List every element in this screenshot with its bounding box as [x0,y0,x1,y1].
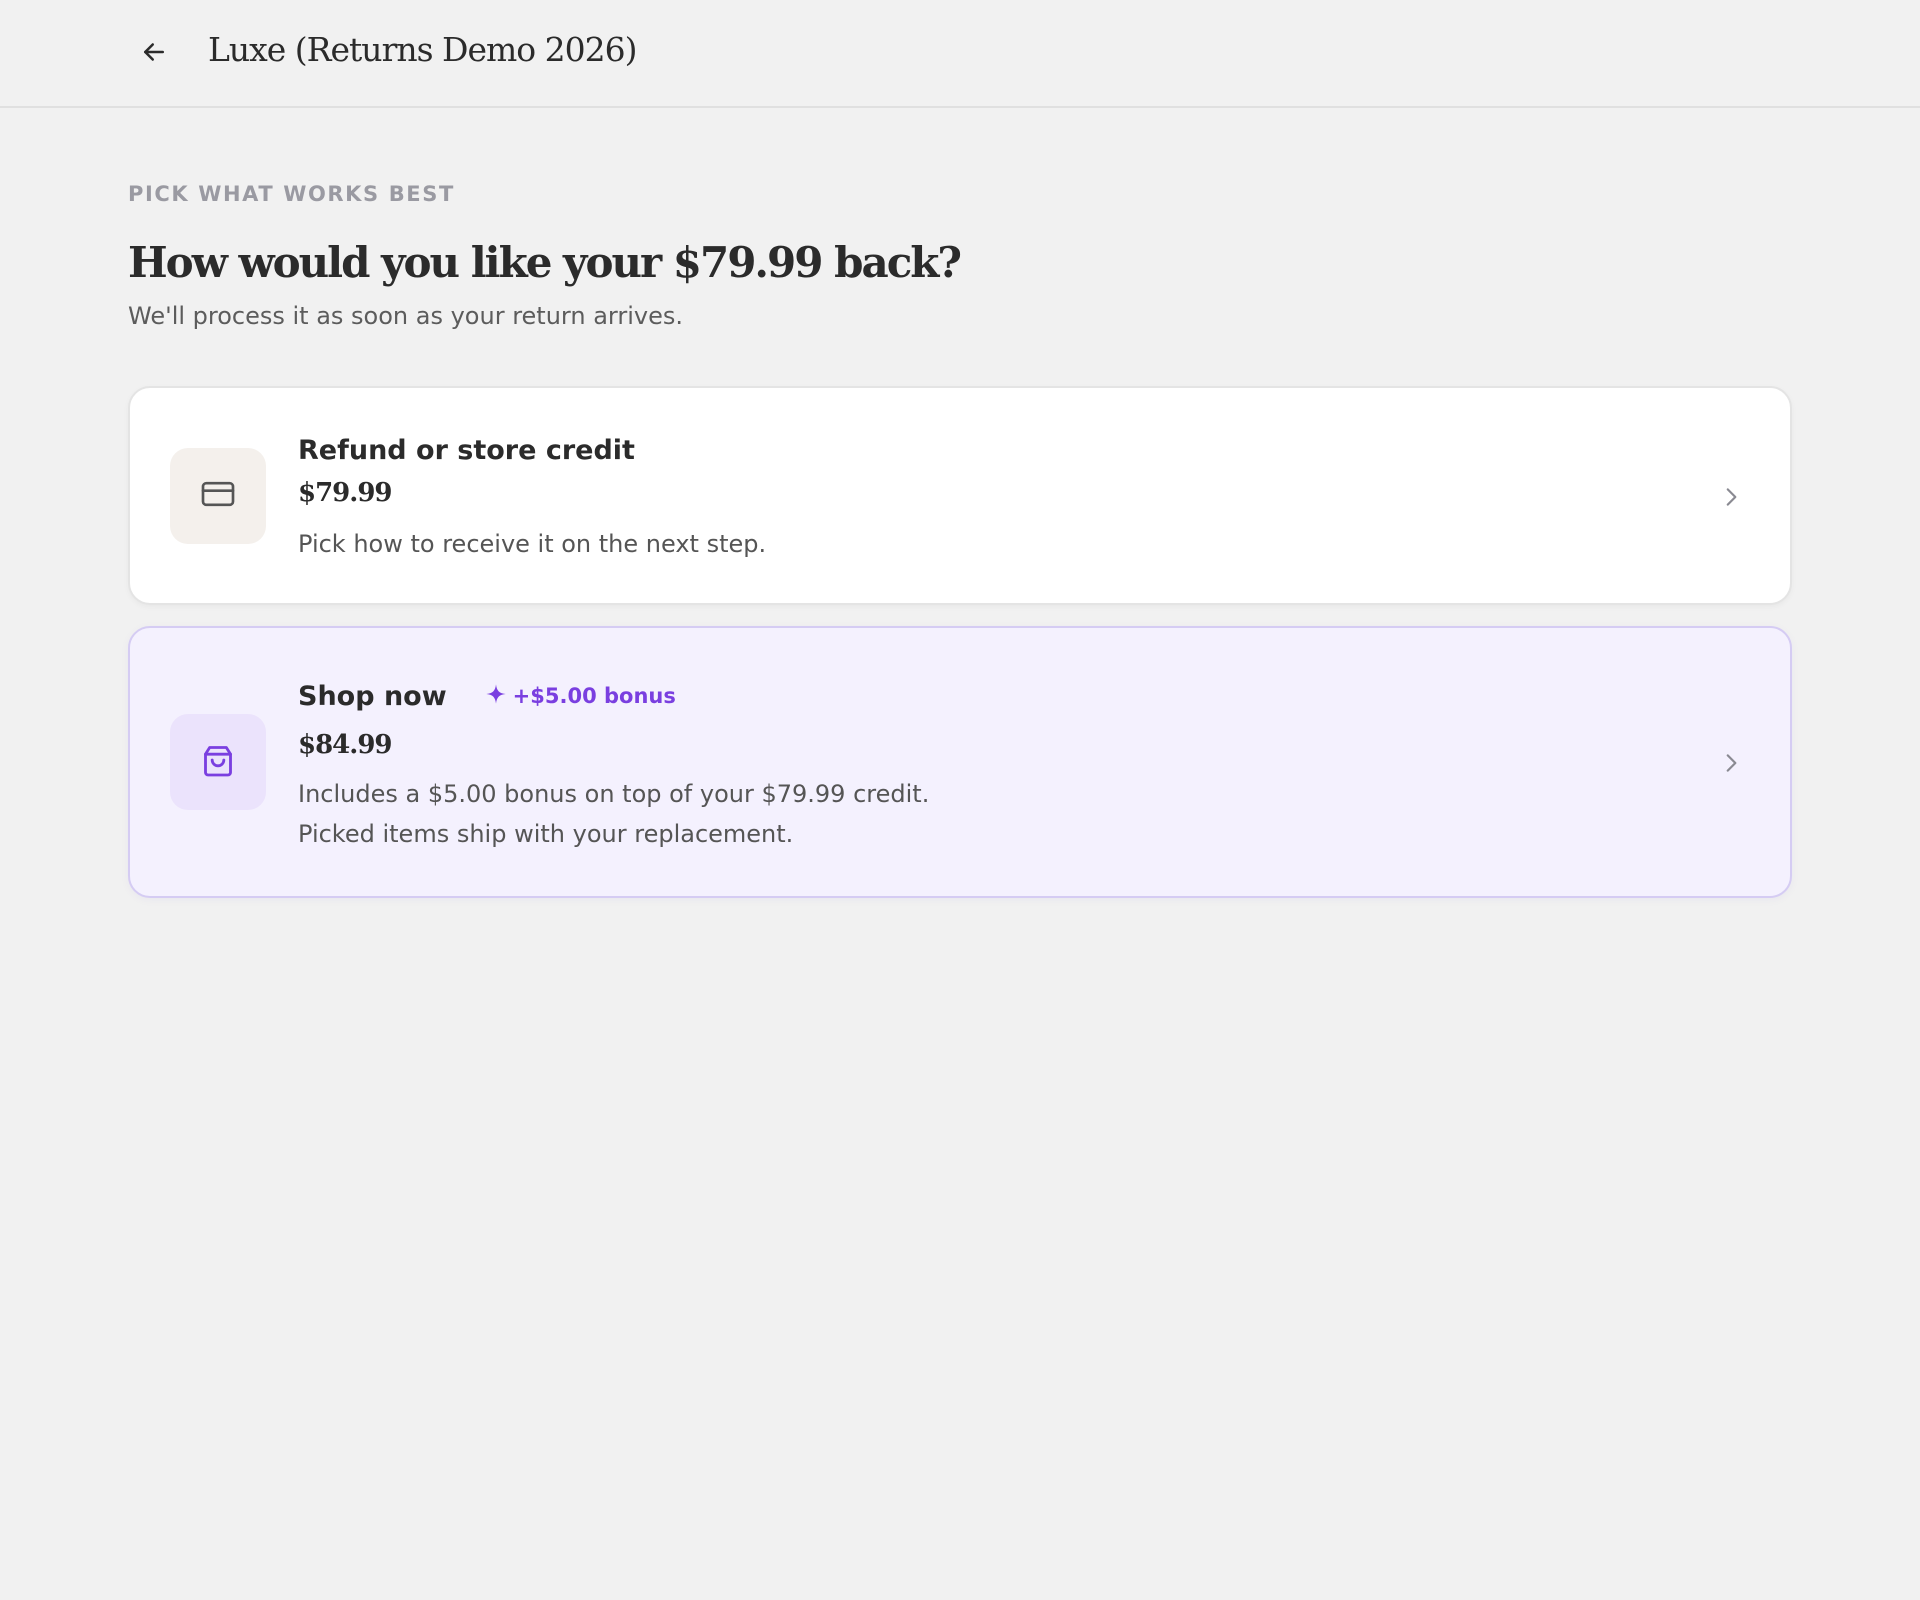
app-title: Luxe (Returns Demo 2026) [208,30,638,69]
option-title: Refund or store credit [298,434,635,466]
option-amount: $79.99 [298,478,393,508]
eyebrow-label: PICK WHAT WORKS BEST [128,182,455,206]
bonus-badge-label: +$5.00 bonus [512,684,676,708]
option-amount: $84.99 [298,730,393,760]
refund-option-card[interactable]: Refund or store credit $79.99 Pick how t… [128,386,1792,605]
option-description: Pick how to receive it on the next step. [298,524,766,564]
credit-card-icon [198,474,238,518]
option-description-line: Pick how to receive it on the next step. [298,530,767,558]
refund-option-body: Refund or store credit $79.99 Pick how t… [298,432,766,564]
back-button[interactable] [134,34,174,74]
option-description-line: Includes a $5.00 bonus on top of your $7… [298,780,930,808]
app-header: Luxe (Returns Demo 2026) [0,0,1920,108]
page-subtitle: We'll process it as soon as your return … [128,302,683,330]
shop-now-option-card[interactable]: Shop now +$5.00 bonus $84.99 Includes a … [128,626,1792,898]
shop-icon-tile [170,714,266,810]
shopping-bag-icon [198,740,238,784]
shop-now-option-body: Shop now +$5.00 bonus $84.99 Includes a … [298,678,929,854]
chevron-right-icon [1718,484,1744,510]
option-description: Includes a $5.00 bonus on top of your $7… [298,774,929,854]
page-title: How would you like your $79.99 back? [128,238,962,287]
chevron-right-icon [1718,750,1744,776]
option-description-line: Picked items ship with your replacement. [298,820,794,848]
refund-icon-tile [170,448,266,544]
arrow-left-icon [139,37,169,71]
bonus-badge: +$5.00 bonus [485,683,676,710]
option-title: Shop now [298,680,447,712]
sparkle-icon [485,683,513,710]
